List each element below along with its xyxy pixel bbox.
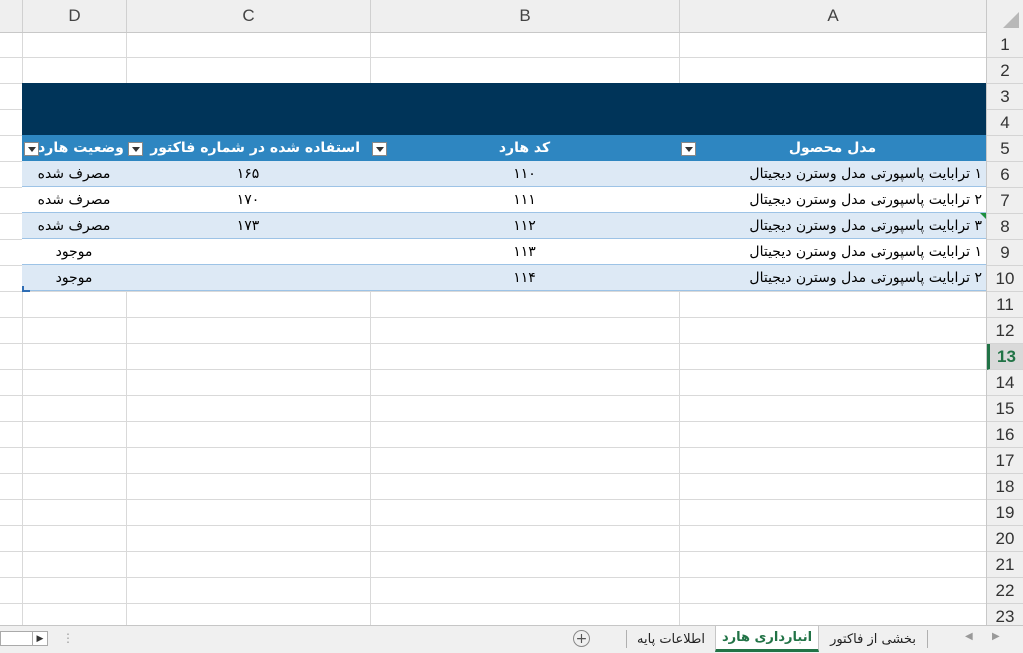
header-used-invoice[interactable]: استفاده شده در شماره فاکتور <box>126 135 370 161</box>
cell-status[interactable]: مصرف شده <box>22 187 126 212</box>
row-header-bar: 1 2 3 4 5 6 7 8 9 10 11 12 13 14 15 16 17 18 19 20 21 22 23 <box>986 32 1023 625</box>
row-header[interactable]: 22 <box>987 578 1023 604</box>
header-product-model-label: مدل محصول <box>788 140 877 156</box>
gridline <box>0 551 986 552</box>
error-indicator-icon <box>980 213 986 219</box>
header-used-invoice-label: استفاده شده در شماره فاکتور <box>150 140 360 156</box>
tab-divider <box>927 630 928 648</box>
gridline <box>0 57 986 58</box>
select-all-corner[interactable] <box>986 0 1023 32</box>
sheet-tab-bar: ▶ ⋮ + اطلاعات پایه انبارداری هارد بخشی ا… <box>0 625 1023 653</box>
column-header-d[interactable]: D <box>22 0 126 32</box>
gridline <box>0 343 986 344</box>
row-header[interactable]: 11 <box>987 292 1023 318</box>
header-hard-code-label: کد هارد <box>498 140 551 156</box>
column-header-a[interactable]: A <box>679 0 986 32</box>
cell-code[interactable]: ۱۱۴ <box>370 265 679 290</box>
row-header[interactable]: 12 <box>987 318 1023 344</box>
row-header[interactable]: 8 <box>987 214 1023 240</box>
add-sheet-icon[interactable]: + <box>573 630 590 647</box>
row-header[interactable]: 10 <box>987 266 1023 292</box>
row-header[interactable]: 9 <box>987 240 1023 266</box>
cell-status[interactable]: موجود <box>22 265 126 290</box>
gridline <box>0 525 986 526</box>
cell-invoice[interactable] <box>126 265 370 290</box>
gridline <box>0 473 986 474</box>
cell-invoice[interactable]: ۱۷۳ <box>126 213 370 238</box>
row-header[interactable]: 6 <box>987 162 1023 188</box>
tab-hard-inventory[interactable]: انبارداری هارد <box>715 626 819 652</box>
cell-code[interactable]: ۱۱۰ <box>370 161 679 186</box>
row-header[interactable]: 2 <box>987 58 1023 84</box>
horizontal-scrollbar[interactable]: ▶ <box>0 631 48 646</box>
cell-product[interactable]: ۲ ترابایت پاسپورتی مدل وسترن دیجیتال <box>679 187 986 212</box>
row-header[interactable]: 5 <box>987 136 1023 162</box>
cell-product[interactable]: ۱ ترابایت پاسپورتی مدل وسترن دیجیتال <box>679 161 986 186</box>
filter-dropdown-status-icon[interactable] <box>24 142 39 156</box>
select-all-icon <box>1003 12 1019 28</box>
row-header[interactable]: 16 <box>987 422 1023 448</box>
cell-status[interactable]: مصرف شده <box>22 213 126 238</box>
row-header[interactable]: 1 <box>987 32 1023 58</box>
table-title-band[interactable] <box>22 83 986 135</box>
gridline <box>0 421 986 422</box>
gridline <box>0 499 986 500</box>
cell-status[interactable]: موجود <box>22 239 126 264</box>
row-header[interactable]: 17 <box>987 448 1023 474</box>
header-hard-code[interactable]: کد هارد <box>370 135 679 161</box>
row-header[interactable]: 20 <box>987 526 1023 552</box>
scroll-right-icon[interactable]: ▶ <box>32 632 47 645</box>
cell-invoice[interactable]: ۱۷۰ <box>126 187 370 212</box>
header-product-model[interactable]: مدل محصول <box>679 135 986 161</box>
cell-code[interactable]: ۱۱۱ <box>370 187 679 212</box>
cell-product[interactable]: ۱ ترابایت پاسپورتی مدل وسترن دیجیتال <box>679 239 986 264</box>
filter-dropdown-product-icon[interactable] <box>681 142 696 156</box>
row-header[interactable]: 23 <box>987 604 1023 626</box>
cell-invoice[interactable] <box>126 239 370 264</box>
filter-dropdown-code-icon[interactable] <box>372 142 387 156</box>
table-header-row: وضعیت هارد استفاده شده در شماره فاکتور ک… <box>22 135 986 161</box>
gridline <box>0 317 986 318</box>
table-row[interactable]: موجود ۱۱۳ ۱ ترابایت پاسپورتی مدل وسترن د… <box>22 239 986 265</box>
row-header[interactable]: 13 <box>987 344 1023 370</box>
column-header-b[interactable]: B <box>370 0 679 32</box>
row-header[interactable]: 19 <box>987 500 1023 526</box>
row-header[interactable]: 14 <box>987 370 1023 396</box>
table-resize-handle-icon[interactable] <box>22 286 30 292</box>
table-row[interactable]: مصرف شده ۱۶۵ ۱۱۰ ۱ ترابایت پاسپورتی مدل … <box>22 161 986 187</box>
table-row[interactable]: مصرف شده ۱۷۰ ۱۱۱ ۲ ترابایت پاسپورتی مدل … <box>22 187 986 213</box>
gridline <box>0 395 986 396</box>
cell-status[interactable]: مصرف شده <box>22 161 126 186</box>
gridline <box>0 291 986 292</box>
row-header[interactable]: 18 <box>987 474 1023 500</box>
row-header[interactable]: 15 <box>987 396 1023 422</box>
cell-product[interactable]: ۲ ترابایت پاسپورتی مدل وسترن دیجیتال <box>679 265 986 290</box>
gridline <box>0 603 986 604</box>
tab-nav-right-icon[interactable]: ▶ <box>992 631 1000 642</box>
column-header-c[interactable]: C <box>126 0 370 32</box>
gridline <box>0 577 986 578</box>
tab-split-handle-icon[interactable]: ⋮ <box>62 631 74 645</box>
row-header[interactable]: 21 <box>987 552 1023 578</box>
worksheet-grid[interactable]: D C B A 1 2 3 4 5 6 7 8 9 10 11 12 13 14 15 16 17 18 19 20 2… <box>0 0 1023 625</box>
table-row[interactable]: موجود ۱۱۴ ۲ ترابایت پاسپورتی مدل وسترن د… <box>22 265 986 291</box>
filter-dropdown-invoice-icon[interactable] <box>128 142 143 156</box>
tab-invoice-part[interactable]: بخشی از فاکتور <box>819 626 927 652</box>
row-header[interactable]: 4 <box>987 110 1023 136</box>
gridline <box>0 447 986 448</box>
tab-base-info[interactable]: اطلاعات پایه <box>627 626 715 652</box>
cell-code[interactable]: ۱۱۳ <box>370 239 679 264</box>
header-hard-status-label: وضعیت هارد <box>38 140 124 156</box>
row-header[interactable]: 7 <box>987 188 1023 214</box>
gridline <box>0 369 986 370</box>
cell-code[interactable]: ۱۱۲ <box>370 213 679 238</box>
table-row[interactable]: مصرف شده ۱۷۳ ۱۱۲ ۳ ترابایت پاسپورتی مدل … <box>22 213 986 239</box>
row-header[interactable]: 3 <box>987 84 1023 110</box>
cell-product[interactable]: ۳ ترابایت پاسپورتی مدل وسترن دیجیتال <box>679 213 986 238</box>
tab-nav-left-icon[interactable]: ◀ <box>965 631 973 642</box>
column-header-bar: D C B A <box>0 0 1023 33</box>
cell-invoice[interactable]: ۱۶۵ <box>126 161 370 186</box>
